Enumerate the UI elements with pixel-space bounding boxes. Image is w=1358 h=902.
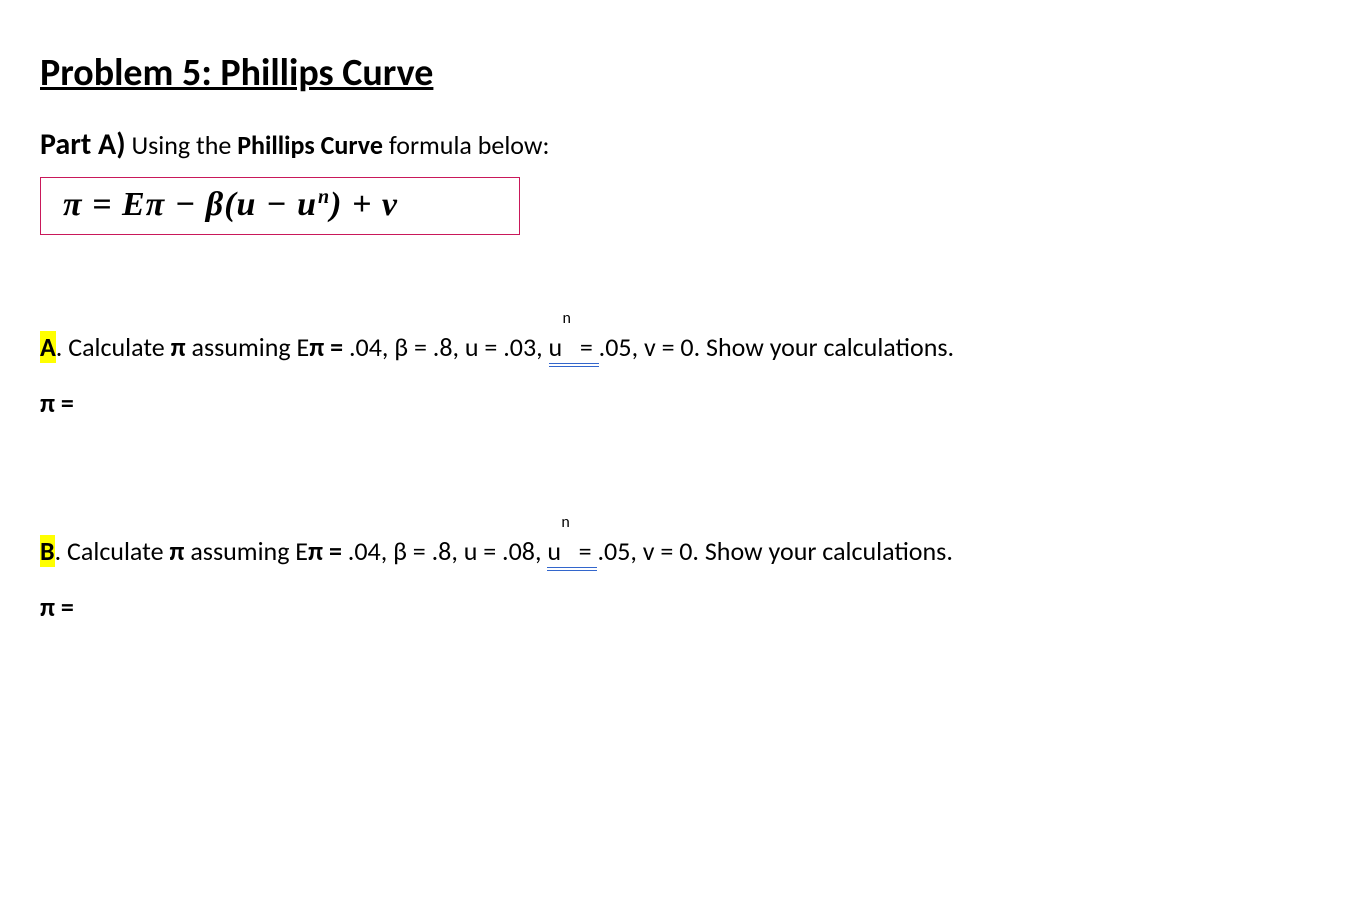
- formula-Epi: Eπ: [122, 186, 165, 223]
- part-a-intro: Part A) Using the Phillips Curve formula…: [40, 126, 1318, 163]
- formula-close: ): [330, 186, 342, 223]
- question-b-rest: .05, v = 0. Show your calculations.: [597, 535, 952, 567]
- formula-minus1: −: [165, 186, 206, 223]
- question-b-un-eq: =: [561, 535, 597, 567]
- formula-minus2: −: [256, 186, 297, 223]
- formula-u2: u: [297, 186, 317, 223]
- part-a-text-suffix: formula below:: [383, 129, 550, 161]
- question-a: A. Calculate π assuming Eπ = .04, β = .8…: [40, 325, 1318, 369]
- formula-nu: ν: [382, 186, 398, 223]
- formula-open: (: [224, 186, 236, 223]
- question-a-pi: π: [171, 331, 186, 363]
- question-b-marker: B: [40, 535, 55, 567]
- document-page: Problem 5: Phillips Curve Part A) Using …: [0, 0, 1358, 703]
- part-a-text-prefix: Using the: [126, 129, 238, 161]
- question-a-t1: Calculate: [68, 331, 170, 363]
- question-b: B. Calculate π assuming Eπ = .04, β = .8…: [40, 529, 1318, 573]
- question-a-answer: π =: [40, 387, 1318, 419]
- question-b-answer: π =: [40, 591, 1318, 623]
- formula-plus: +: [342, 186, 381, 223]
- question-a-un-u: u =: [549, 331, 599, 367]
- phillips-curve-term: Phillips Curve: [237, 129, 383, 161]
- question-b-un-sup: n: [561, 509, 569, 536]
- phillips-curve-formula: π = Eπ − β(u − un) + ν: [63, 186, 398, 223]
- question-a-un-sup: n: [563, 305, 571, 332]
- problem-title: Problem 5: Phillips Curve: [40, 50, 1318, 96]
- question-a-un-eq: =: [562, 331, 598, 363]
- question-b-un-u-text: u: [547, 535, 561, 567]
- question-b-dot: .: [55, 535, 67, 567]
- question-a-marker: A: [40, 331, 56, 363]
- question-b-un-u: u =: [547, 535, 597, 571]
- question-b-t1: Calculate: [67, 535, 169, 567]
- question-a-t2: assuming E: [186, 331, 310, 363]
- question-a-rest: .05, v = 0. Show your calculations.: [599, 331, 954, 363]
- formula-pi: π: [63, 186, 83, 223]
- question-a-un-u-text: u: [549, 331, 563, 363]
- question-a-un: nu =: [549, 325, 599, 369]
- question-b-un: nu =: [547, 529, 597, 573]
- question-b-pi: π: [169, 535, 184, 567]
- formula-eq: =: [83, 186, 122, 223]
- formula-beta: β: [206, 186, 224, 223]
- question-b-values: .04, β = .8, u = .08,: [348, 535, 548, 567]
- question-a-dot: .: [56, 331, 68, 363]
- question-b-pi2: π =: [308, 535, 348, 567]
- formula-sup-n: n: [317, 186, 330, 208]
- question-a-values: .04, β = .8, u = .03,: [349, 331, 549, 363]
- part-a-label: Part A): [40, 126, 126, 163]
- question-a-pi2: π =: [309, 331, 349, 363]
- question-b-t2: assuming E: [184, 535, 308, 567]
- formula-box: π = Eπ − β(u − un) + ν: [40, 177, 520, 235]
- formula-u: u: [237, 186, 257, 223]
